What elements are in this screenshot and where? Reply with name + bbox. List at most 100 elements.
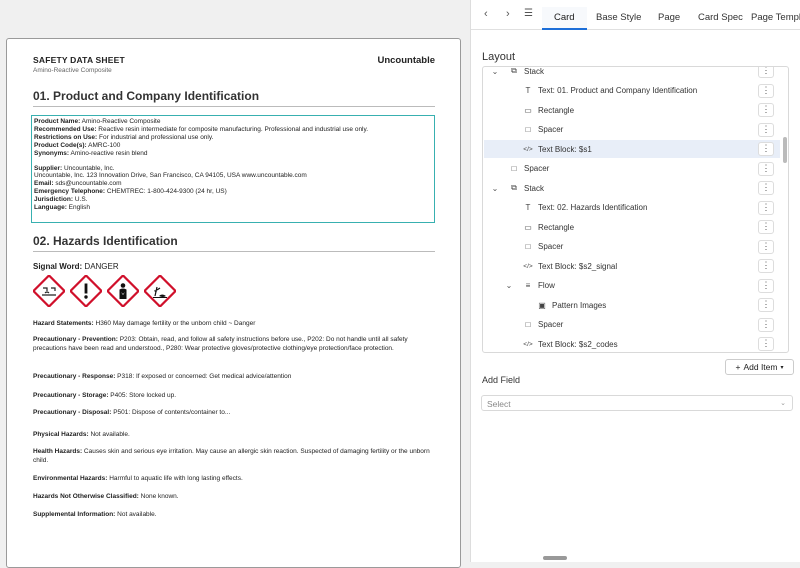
hazard-block[interactable]: Precautionary - Response: P318: If expos… [33,372,437,381]
field-select[interactable]: Select ⌄ [481,395,793,411]
tab-bar: ‹ › ☰ Card Base Style Page Card Spec Pag… [471,0,800,30]
tree-row-label: Spacer [538,320,564,329]
hazard-text-block-value: H360 May damage fertility or the unborn … [93,320,256,327]
tree-row[interactable]: ⌄ ≡ Flow ⋮ [484,277,780,295]
row-menu-icon[interactable]: ⋮ [758,122,774,137]
flow-icon: ≡ [525,281,531,290]
tree-row[interactable]: </> Text Block: $s2_codes ⋮ [484,335,780,352]
section1-text-block[interactable]: Product Name: Amino-Reactive Composite Re… [31,115,435,223]
tab-card[interactable]: Card [542,7,587,30]
doc-subtitle: Amino-Reactive Composite [33,67,112,74]
tree-row[interactable]: </> Text Block: $s1 ⋮ [484,140,780,158]
tree-scrollbar-thumb[interactable] [783,137,787,163]
layout-tree[interactable]: ⌄ ⧉ Stack ⋮ T Text: 01. Product and Company I… [482,66,789,353]
tree-row-label: Text Block: $s1 [538,144,592,154]
row-menu-icon[interactable]: ⋮ [758,239,774,254]
hazard-text-block: Physical Hazards: Not available. [33,430,437,439]
resize-handle[interactable] [543,556,567,560]
add-item-button[interactable]: + Add Item ▾ [725,359,794,375]
chevron-down-icon[interactable]: ⌄ [490,184,500,193]
hazard-text-block-label: Precautionary - Response: [33,373,116,380]
row-menu-icon[interactable]: ⋮ [758,337,774,351]
hazard-block[interactable]: Physical Hazards: Not available. [33,430,437,439]
rectangle-icon: ▭ [524,105,532,115]
row-menu-icon[interactable]: ⋮ [758,181,774,195]
chevron-down-icon[interactable]: ⌄ [504,281,514,290]
hazard-block[interactable]: Precautionary - Storage: P405: Store loc… [33,391,437,400]
chevron-down-icon[interactable]: ⌄ [490,67,500,76]
hazard-block[interactable]: Health Hazards: Causes skin and serious … [33,447,437,465]
tree-row-label: Text Block: $s2_codes [538,339,618,349]
tree-row-label: Flow [538,281,555,290]
row-menu-icon[interactable]: ⋮ [758,317,774,332]
tab-page[interactable]: Page [658,7,680,30]
row-menu-icon[interactable]: ⋮ [758,298,774,312]
section2-title[interactable]: 02. Hazards Identification [33,234,435,252]
hazard-text-block-value: P318: If exposed or concerned: Get medic… [115,373,292,380]
product-info-line-value: For industrial and professional use only… [97,133,214,141]
document-canvas: SAFETY DATA SHEET Amino-Reactive Composi… [0,0,470,568]
chevron-down-icon: ⌄ [780,400,786,407]
tree-row[interactable]: □ Spacer ⋮ [484,238,780,256]
row-menu-icon[interactable]: ⋮ [758,278,774,293]
supplier-info-line-label: Supplier: [34,164,63,172]
tree-row[interactable]: ⌄ ⧉ Stack ⋮ [484,66,780,80]
tree-row[interactable]: □ Spacer ⋮ [484,121,780,139]
hazard-text-block-value: Harmful to aquatic life with long lastin… [107,475,243,482]
signal-word[interactable]: Signal Word: DANGER [33,262,119,271]
tab-card-spec[interactable]: Card Spec [698,7,743,30]
tree-row[interactable]: T Text: 02. Hazards Identification ⋮ [484,199,780,217]
row-menu-icon[interactable]: ⋮ [758,220,774,234]
product-info-line-label: Synonyms: [34,149,70,157]
hazard-text-block: Environmental Hazards: Harmful to aquati… [33,474,437,483]
back-arrow-icon[interactable]: ‹ [484,8,488,20]
supplier-info-line: Emergency Telephone: CHEMTREC: 1-800-424… [34,188,432,196]
row-menu-icon[interactable]: ⋮ [758,161,774,176]
product-info-line-value: Amino-Reactive Composite [80,118,161,125]
hazard-text-block: Precautionary - Disposal: P501: Dispose … [33,408,437,417]
hazard-text-block-label: Hazard Statements: [33,320,94,327]
hazard-text-block-label: Precautionary - Disposal: [33,409,112,416]
row-menu-icon[interactable]: ⋮ [758,200,774,215]
tree-row-label: Stack [524,183,545,193]
tree-row[interactable]: ▭ Rectangle ⋮ [484,218,780,236]
section1-title[interactable]: 01. Product and Company Identification [33,89,435,107]
hazard-block[interactable]: Hazard Statements: H360 May damage ferti… [33,319,437,328]
row-menu-icon[interactable]: ⋮ [758,67,774,78]
tree-row[interactable]: ⌄ ⧉ Stack ⋮ [484,179,780,197]
supplier-info-line-value: CHEMTREC: 1-800-424-9300 (24 hr, US) [105,188,227,196]
pictogram-flow[interactable] [33,275,176,307]
hazard-text-block-label: Environmental Hazards: [33,475,108,482]
forward-arrow-icon[interactable]: › [506,8,510,20]
caret-down-icon: ▾ [780,364,784,371]
tree-row[interactable]: T Text: 01. Product and Company Identific… [484,82,780,100]
list-icon[interactable]: ☰ [524,8,533,19]
text-icon: T [525,203,531,212]
row-menu-icon[interactable]: ⋮ [758,142,774,156]
hazard-text-block: Hazard Statements: H360 May damage ferti… [33,319,437,328]
tree-row-label: Stack [524,66,545,76]
tree-row[interactable]: ▣ Pattern Images ⋮ [484,296,780,314]
hazard-block[interactable]: Precautionary - Disposal: P501: Dispose … [33,408,437,417]
hazard-block[interactable]: Hazards Not Otherwise Classified: None k… [33,492,437,501]
signal-label: Signal Word: [33,262,83,271]
stack-icon: ⧉ [511,183,517,192]
tab-page-template[interactable]: Page Templa [751,7,800,30]
image-icon: ▣ [538,300,546,310]
tree-row[interactable]: ▭ Rectangle ⋮ [484,101,780,119]
tree-row[interactable]: □ Spacer ⋮ [484,160,780,178]
supplier-info-line-value: sds@uncountable.com [53,180,122,188]
tab-base-style[interactable]: Base Style [596,7,641,30]
tree-row-label: Rectangle [538,105,575,115]
row-menu-icon[interactable]: ⋮ [758,83,774,98]
hazard-block[interactable]: Precautionary - Prevention: P203: Obtain… [33,335,437,353]
tree-row[interactable]: □ Spacer ⋮ [484,316,780,334]
row-menu-icon[interactable]: ⋮ [758,259,774,273]
hazard-block[interactable]: Supplemental Information: Not available. [33,510,437,519]
row-menu-icon[interactable]: ⋮ [758,103,774,117]
product-info-line-value: Reactive resin intermediate for composit… [96,125,369,133]
tree-row[interactable]: </> Text Block: $s2_signal ⋮ [484,257,780,275]
corrosion-pictogram-icon [33,275,65,307]
hazard-block[interactable]: Environmental Hazards: Harmful to aquati… [33,474,437,483]
product-info-line: Product Code(s): AMRC-100 [34,142,432,150]
